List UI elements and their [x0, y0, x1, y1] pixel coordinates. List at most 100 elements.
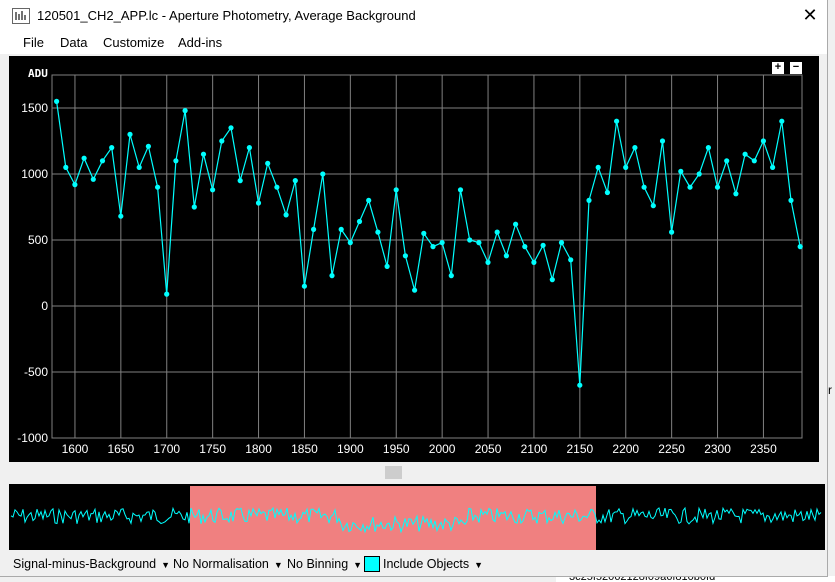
signal-dropdown[interactable]: Signal-minus-Background ▼	[13, 557, 170, 571]
plot-frame	[51, 74, 803, 439]
status-bar: Signal-minus-Background ▼ No Normalisatio…	[0, 552, 827, 576]
chevron-down-icon: ▼	[474, 560, 484, 570]
window-title: 120501_CH2_APP.lc - Aperture Photometry,…	[37, 8, 416, 23]
data-point	[430, 244, 436, 250]
overview-canvas	[10, 486, 822, 550]
data-point	[384, 263, 390, 269]
data-point	[540, 242, 546, 248]
data-point	[696, 171, 702, 177]
plot-canvas: 1600 1650 1700 1750 1800 1850 1900 1950 2000 2050…	[17, 67, 803, 456]
include-objects-color-swatch[interactable]	[364, 556, 380, 572]
data-point	[265, 160, 271, 166]
x-tick-label: 2250	[658, 442, 685, 456]
data-point	[219, 138, 225, 144]
close-button[interactable]: ✕	[793, 0, 827, 31]
data-point	[513, 221, 519, 227]
data-point	[457, 187, 464, 193]
x-tick-label: 1700	[153, 442, 180, 456]
data-point	[283, 212, 289, 218]
y-tick-label: 1000	[21, 167, 48, 181]
data-point	[586, 197, 592, 203]
chevron-down-icon: ▼	[273, 560, 283, 570]
x-tick-label: 1950	[383, 442, 410, 456]
data-point	[329, 273, 335, 279]
menu-data[interactable]: Data	[60, 35, 87, 50]
data-point	[54, 98, 60, 104]
data-point	[274, 184, 280, 190]
data-point	[90, 176, 96, 182]
data-point	[678, 168, 684, 174]
app-window: 120501_CH2_APP.lc - Aperture Photometry,…	[0, 0, 828, 577]
data-point	[210, 187, 216, 193]
data-point	[173, 158, 179, 164]
y-tick-label: -500	[24, 365, 48, 379]
title-bar[interactable]: 120501_CH2_APP.lc - Aperture Photometry,…	[0, 0, 827, 31]
menu-customize[interactable]: Customize	[103, 35, 164, 50]
data-point	[797, 244, 803, 250]
normalisation-dropdown[interactable]: No Normalisation ▼	[173, 557, 283, 571]
data-point	[494, 229, 500, 235]
data-point	[742, 151, 748, 157]
y-axis-label: ADU	[28, 67, 48, 80]
data-point	[109, 145, 115, 151]
y-tick-label: 1500	[21, 101, 48, 115]
x-tick-label: 2050	[475, 442, 502, 456]
binning-dropdown[interactable]: No Binning ▼	[287, 557, 362, 571]
x-tick-label: 1850	[291, 442, 318, 456]
data-point	[770, 164, 776, 170]
data-point	[632, 145, 638, 151]
data-point	[531, 259, 537, 265]
data-point	[182, 108, 188, 114]
scroll-thumb[interactable]	[385, 466, 402, 479]
data-point	[412, 287, 418, 293]
data-point	[687, 184, 693, 190]
horizontal-scrollbar[interactable]	[9, 464, 819, 482]
data-point	[733, 191, 739, 197]
data-point	[81, 155, 87, 161]
include-objects-dropdown[interactable]: Include Objects ▼	[383, 557, 483, 571]
light-curve-plot[interactable]: 1600 1650 1700 1750 1800 1850 1900 1950 2000 2050…	[9, 56, 819, 462]
data-point	[311, 226, 317, 232]
x-tick-label: 2200	[612, 442, 639, 456]
y-tick-label: -1000	[17, 431, 48, 445]
data-point	[604, 189, 611, 196]
data-point	[779, 118, 785, 124]
data-point	[402, 253, 408, 259]
overview-strip[interactable]	[9, 484, 825, 550]
x-tick-label: 1600	[62, 442, 89, 456]
x-tick-label: 1900	[337, 442, 364, 456]
data-point	[659, 138, 666, 144]
data-point	[99, 158, 106, 164]
data-point	[228, 125, 234, 131]
data-point	[393, 187, 399, 193]
data-point	[448, 273, 454, 279]
chevron-down-icon: ▼	[161, 560, 171, 570]
data-point	[476, 240, 482, 246]
data-point	[760, 138, 767, 144]
menu-file[interactable]: File	[23, 35, 44, 50]
data-point	[421, 230, 427, 236]
data-point	[191, 204, 197, 210]
data-point	[356, 218, 363, 225]
data-point	[63, 164, 69, 170]
zoom-out-button[interactable]: −	[790, 62, 802, 74]
data-point	[568, 257, 574, 263]
data-point	[788, 197, 794, 203]
data-point	[375, 229, 381, 235]
zoom-in-button[interactable]: +	[772, 62, 784, 74]
background-window-text: r	[828, 383, 832, 397]
data-point	[549, 277, 555, 283]
data-point	[301, 283, 307, 289]
x-tick-label: 1650	[107, 442, 134, 456]
data-point	[614, 118, 620, 124]
data-point	[347, 240, 353, 246]
x-tick-label: 2150	[566, 442, 593, 456]
data-point	[705, 145, 712, 151]
menu-add-ins[interactable]: Add-ins	[178, 35, 222, 50]
background-window	[827, 0, 835, 582]
data-point	[200, 151, 207, 157]
data-point	[503, 253, 509, 259]
data-point	[118, 213, 124, 219]
include-objects-label: Include Objects	[383, 557, 470, 571]
x-tick-label: 2100	[521, 442, 548, 456]
